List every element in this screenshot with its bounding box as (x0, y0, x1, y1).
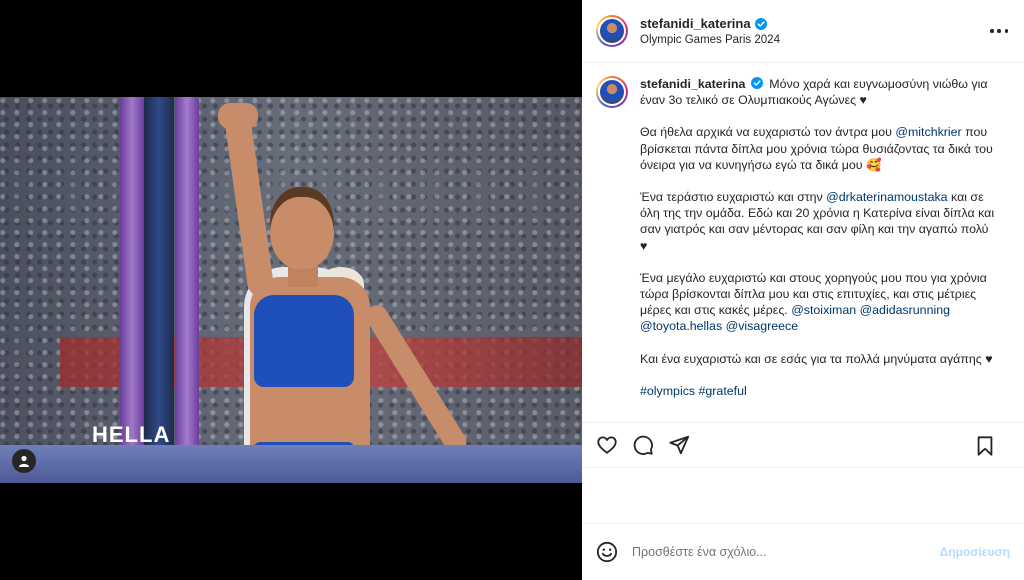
athlete-raised-arm (222, 106, 276, 298)
caption-avatar[interactable] (596, 76, 628, 108)
share-send-icon[interactable] (668, 434, 690, 456)
post-side-panel: stefanidi_katerina Olympic Games Paris 2… (582, 0, 1024, 580)
athlete-hand (218, 103, 258, 129)
caption-section: stefanidi_katerina Μόνο χαρά και ευγνωμο… (582, 63, 1024, 423)
likes-section (582, 468, 1024, 523)
mention-link[interactable]: @drkaterinamoustaka (826, 190, 947, 204)
post-actions-bar (582, 423, 1024, 468)
caption-text: Θα ήθελα αρχικά να ευχαριστώ τον άντρα μ… (640, 125, 896, 140)
avatar[interactable] (596, 15, 628, 47)
more-options-icon[interactable] (990, 23, 1008, 39)
comment-icon[interactable] (632, 434, 654, 456)
post-photo[interactable]: HELLA (0, 97, 582, 483)
comment-input[interactable] (632, 545, 940, 559)
mention-link[interactable]: @stoiximan (791, 303, 856, 317)
landing-mat (0, 445, 582, 483)
post-media-panel: HELLA (0, 0, 582, 580)
tagged-users-icon[interactable] (12, 449, 36, 473)
athlete-head (270, 187, 334, 269)
mention-link[interactable]: @mitchkrier (895, 125, 961, 139)
verified-badge-icon (750, 77, 763, 89)
athlete-right-arm (361, 301, 471, 457)
like-heart-icon[interactable] (596, 434, 618, 456)
post-caption: stefanidi_katerina Μόνο χαρά και ευγνωμο… (640, 76, 998, 422)
mention-link[interactable]: @visagreece (726, 319, 799, 333)
caption-text: Και ένα ευχαριστώ και σε εσάς για τα πολ… (640, 351, 993, 366)
caption-username[interactable]: stefanidi_katerina (640, 77, 745, 91)
mention-link[interactable]: @adidasrunning (860, 303, 950, 317)
athlete-figure (210, 103, 490, 483)
verified-badge-icon (754, 17, 767, 30)
mention-link[interactable]: @toyota.hellas (640, 319, 722, 333)
instagram-post-modal: HELLA stefanidi_katerina Olympic Games P… (0, 0, 1024, 580)
pole-vault-upright-right (175, 97, 199, 457)
athlete-top (254, 295, 354, 387)
post-comment-button[interactable]: Δημοσίευση (940, 545, 1010, 559)
emoji-icon[interactable] (596, 541, 618, 563)
location-link[interactable]: Olympic Games Paris 2024 (640, 34, 780, 46)
pole-vault-upright-left (120, 97, 144, 457)
save-bookmark-icon[interactable] (974, 435, 996, 457)
comment-bar: Δημοσίευση (582, 523, 1024, 580)
pole-vault-upright-core (144, 97, 174, 462)
caption-text: Ένα τεράστιο ευχαριστώ και στην (640, 190, 827, 205)
username-link[interactable]: stefanidi_katerina (640, 16, 751, 31)
post-header: stefanidi_katerina Olympic Games Paris 2… (582, 0, 1024, 63)
hashtag-links[interactable]: #olympics #grateful (640, 384, 747, 398)
